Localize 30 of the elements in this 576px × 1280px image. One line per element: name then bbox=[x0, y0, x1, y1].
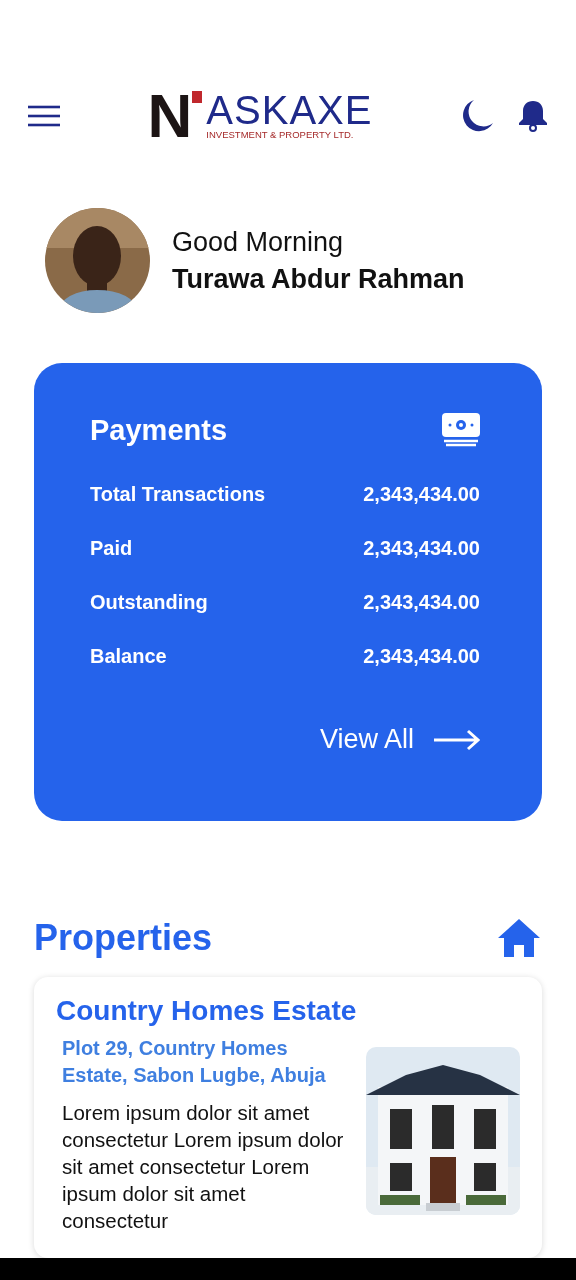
payment-label: Balance bbox=[90, 645, 167, 668]
payment-label: Outstanding bbox=[90, 591, 208, 614]
banknote-icon bbox=[442, 413, 480, 447]
arrow-right-icon bbox=[434, 728, 480, 751]
property-description: Lorem ipsum dolor sit amet consectetur Lorem ipsum dolor sit amet consectetur Lorem ipsum dolor sit amet consectetur bbox=[62, 1100, 345, 1234]
greeting-text: Good Morning bbox=[172, 226, 345, 258]
notification-button[interactable] bbox=[518, 100, 548, 132]
payment-label: Total Transactions bbox=[90, 483, 266, 506]
view-all-link[interactable]: View All bbox=[319, 724, 480, 755]
payment-amount: 2,343,434.00 bbox=[363, 645, 480, 668]
house-icon bbox=[496, 917, 542, 959]
moon-icon bbox=[460, 99, 494, 133]
property-address: Plot 29, Country Homes Estate, Sabon Lugbe, Abuja bbox=[62, 1036, 327, 1088]
logo-mark: N bbox=[147, 91, 191, 141]
dark-mode-button[interactable] bbox=[460, 99, 494, 133]
payment-label: Paid bbox=[90, 537, 133, 560]
menu-button[interactable] bbox=[28, 105, 60, 127]
payment-amount: 2,343,434.00 bbox=[363, 591, 480, 614]
logo-tagline: INVESTMENT & PROPERTY LTD. bbox=[206, 129, 355, 141]
payment-amount: 2,343,434.00 bbox=[363, 537, 480, 560]
payment-amount: 2,343,434.00 bbox=[363, 483, 480, 506]
property-card[interactable]: Country Homes Estate Plot 29, Country Homes Estate, Sabon Lugbe, Abuja Lorem ipsum dolor sit amet consectetur Lorem ipsum dolor sit amet consectetur Lorem ipsum dolor sit amet consectetur bbox=[34, 977, 542, 1258]
property-name: Country Homes Estate bbox=[56, 995, 358, 1027]
section-title: Properties bbox=[34, 917, 213, 959]
logo-name: ASKAXE bbox=[206, 91, 373, 129]
menu-icon bbox=[28, 105, 60, 127]
logo-square-icon bbox=[192, 91, 203, 103]
user-name: Turawa Abdur Rahman bbox=[172, 263, 465, 295]
bell-icon bbox=[518, 100, 548, 132]
card-title: Payments bbox=[90, 413, 227, 447]
